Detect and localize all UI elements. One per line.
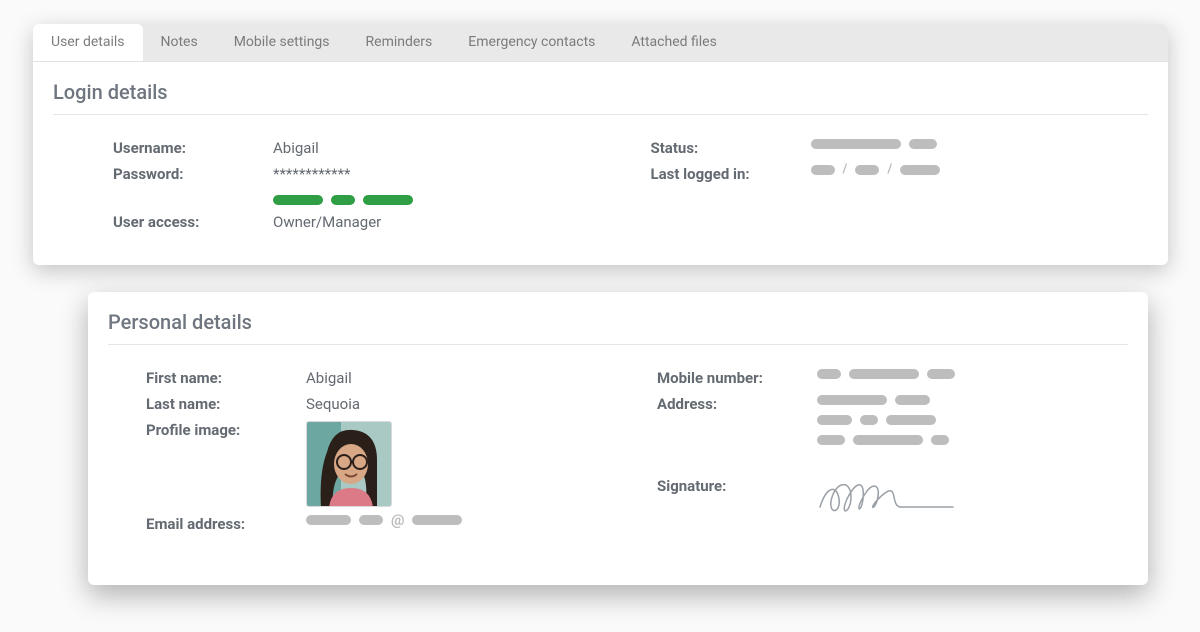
status-label: Status: (651, 139, 811, 157)
tab-user-details[interactable]: User details (33, 24, 143, 61)
mobile-number-field: Mobile number: (657, 369, 1128, 387)
email-label: Email address: (146, 515, 306, 533)
last-logged-in-field: Last logged in: // (651, 165, 1149, 183)
tab-reminders[interactable]: Reminders (348, 24, 451, 61)
last-name-field: Last name: Sequoia (146, 395, 617, 413)
signature-icon (817, 477, 957, 517)
profile-image-label: Profile image: (146, 421, 306, 439)
signature-image (817, 477, 957, 521)
login-details-heading: Login details (33, 62, 1168, 114)
username-label: Username: (113, 139, 273, 157)
status-value-placeholder (811, 139, 937, 149)
mobile-number-label: Mobile number: (657, 369, 817, 387)
tab-notes[interactable]: Notes (143, 24, 216, 61)
address-field: Address: (657, 395, 1128, 445)
user-access-field: User access: Owner/Manager (113, 213, 611, 231)
tab-bar: User details Notes Mobile settings Remin… (33, 24, 1168, 62)
tab-attached-files[interactable]: Attached files (613, 24, 734, 61)
mobile-number-value-placeholder (817, 369, 955, 379)
email-value-placeholder: @ (306, 515, 462, 525)
password-strength-indicator (273, 195, 413, 205)
username-value: Abigail (273, 139, 319, 157)
user-access-label: User access: (113, 213, 273, 231)
personal-details-grid: First name: Abigail Last name: Sequoia P… (88, 355, 1148, 567)
first-name-value: Abigail (306, 369, 352, 387)
personal-details-card: Personal details First name: Abigail Las… (88, 292, 1148, 585)
signature-label: Signature: (657, 477, 817, 495)
password-value-block: ************ (273, 165, 413, 205)
divider (53, 114, 1148, 115)
password-value: ************ (273, 165, 413, 183)
email-field: Email address: @ (146, 515, 617, 533)
last-name-label: Last name: (146, 395, 306, 413)
user-details-card: User details Notes Mobile settings Remin… (33, 24, 1168, 265)
divider (108, 344, 1128, 345)
username-field: Username: Abigail (113, 139, 611, 157)
login-details-grid: Username: Abigail Password: ************… (33, 125, 1168, 265)
first-name-field: First name: Abigail (146, 369, 617, 387)
address-label: Address: (657, 395, 817, 413)
personal-details-heading: Personal details (88, 292, 1148, 344)
profile-image-field: Profile image: (146, 421, 617, 507)
address-value-placeholder (817, 395, 949, 445)
status-field: Status: (651, 139, 1149, 157)
avatar-illustration-icon (307, 422, 392, 507)
user-access-value: Owner/Manager (273, 213, 381, 231)
profile-image[interactable] (306, 421, 392, 507)
last-name-value: Sequoia (306, 395, 360, 413)
last-logged-in-value-placeholder: // (811, 165, 941, 175)
password-field: Password: ************ (113, 165, 611, 205)
last-logged-in-label: Last logged in: (651, 165, 811, 183)
password-label: Password: (113, 165, 273, 183)
first-name-label: First name: (146, 369, 306, 387)
tab-emergency-contacts[interactable]: Emergency contacts (450, 24, 613, 61)
tab-mobile-settings[interactable]: Mobile settings (216, 24, 348, 61)
signature-field: Signature: (657, 477, 1128, 521)
